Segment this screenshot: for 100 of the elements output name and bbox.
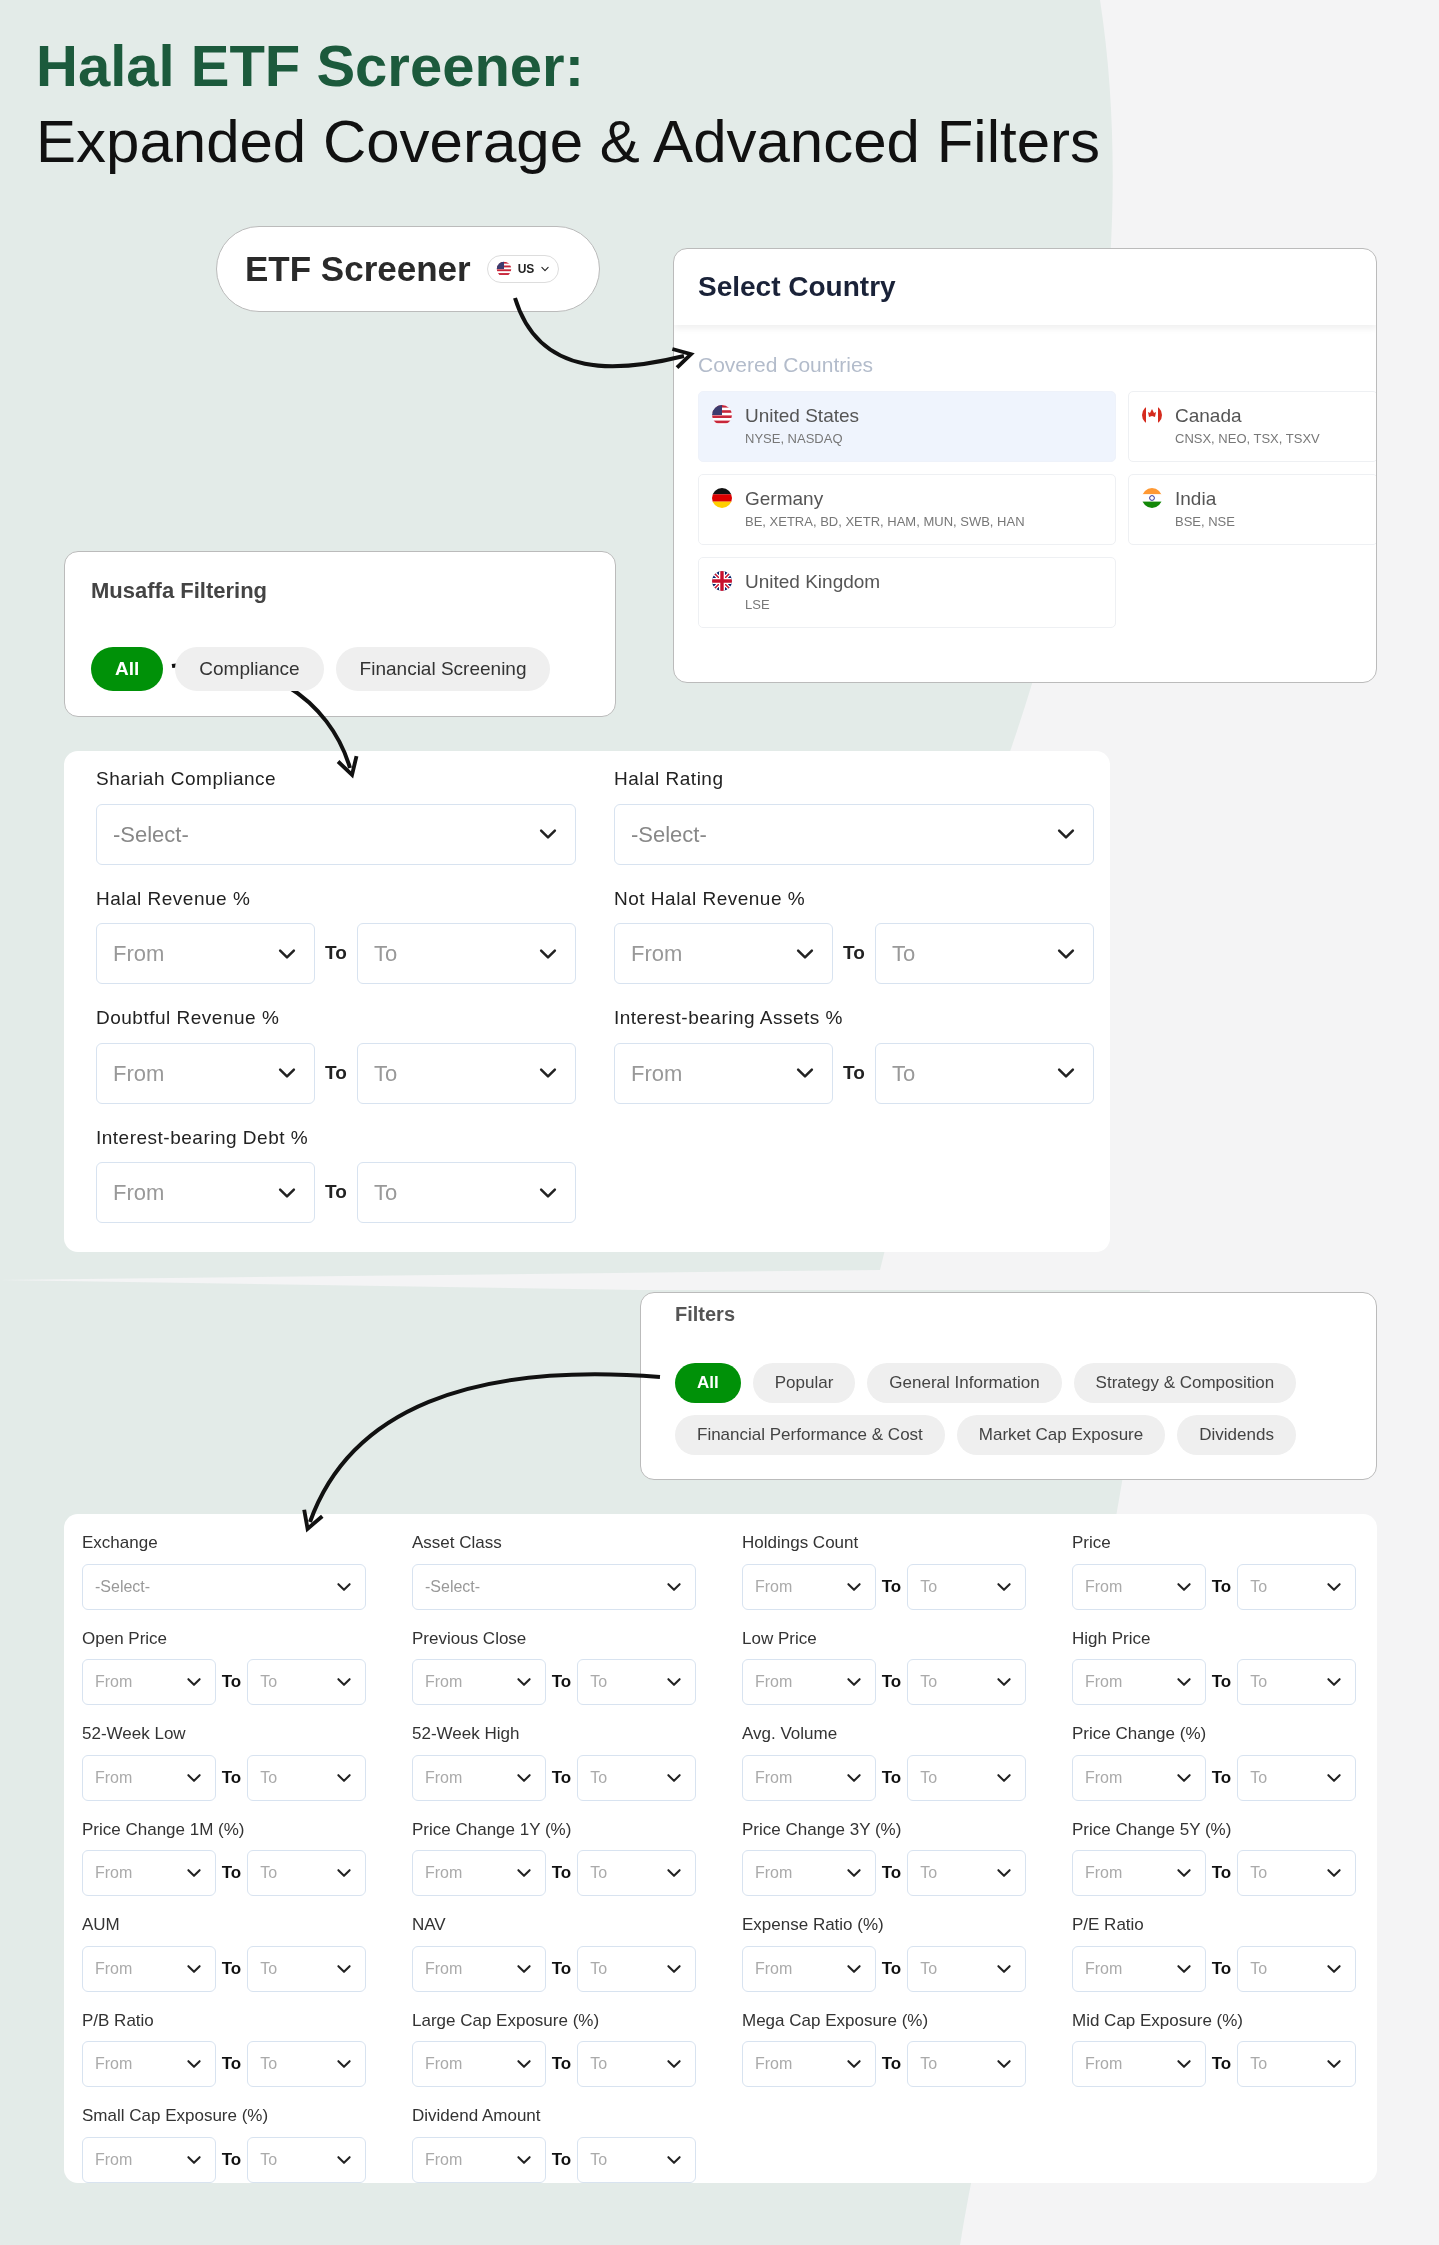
- to-dropdown[interactable]: To: [356, 923, 576, 984]
- from-dropdown[interactable]: From: [96, 923, 316, 984]
- range-separator: To: [325, 941, 347, 966]
- to-dropdown[interactable]: To: [1237, 1850, 1356, 1896]
- field-label: Halal Rating: [614, 767, 725, 791]
- to-dropdown[interactable]: To: [577, 1945, 696, 1992]
- from-dropdown[interactable]: From: [614, 1042, 834, 1104]
- to-dropdown[interactable]: To: [907, 1945, 1026, 1992]
- to-dropdown[interactable]: To: [1237, 1563, 1356, 1610]
- country-option[interactable]: Canada CNSX, NEO, TSX, TSXV: [1128, 390, 1376, 462]
- from-dropdown[interactable]: From: [82, 1754, 216, 1801]
- to-dropdown[interactable]: To: [577, 1659, 696, 1705]
- country-option[interactable]: United Kingdom LSE: [698, 556, 1116, 628]
- to-dropdown[interactable]: To: [577, 2136, 696, 2183]
- to-dropdown[interactable]: To: [1237, 1754, 1356, 1801]
- from-dropdown[interactable]: From: [412, 1659, 546, 1705]
- range-separator: To: [1211, 1957, 1232, 1980]
- field-label: AUM: [82, 1914, 121, 1936]
- to-dropdown[interactable]: To: [577, 1754, 696, 1801]
- to-dropdown[interactable]: To: [1237, 1659, 1356, 1705]
- from-dropdown[interactable]: From: [1072, 2041, 1206, 2087]
- from-dropdown[interactable]: From: [96, 1042, 316, 1104]
- filter-tab[interactable]: All: [91, 647, 164, 691]
- country-option[interactable]: India BSE, NSE: [1128, 473, 1376, 545]
- from-dropdown[interactable]: From: [742, 1754, 876, 1801]
- from-dropdown[interactable]: From: [1072, 1563, 1206, 1610]
- range-separator: To: [221, 2148, 242, 2171]
- field-label: 52-Week Low: [82, 1723, 187, 1745]
- country-name: United Kingdom: [745, 569, 881, 594]
- flag-icon: [711, 403, 733, 426]
- to-dropdown[interactable]: To: [1237, 2041, 1356, 2087]
- from-dropdown[interactable]: From: [82, 1945, 216, 1992]
- filter-tab[interactable]: Market Cap Exposure: [956, 1415, 1166, 1455]
- field-label: Holdings Count: [742, 1532, 860, 1554]
- field-label: Exchange: [82, 1532, 159, 1554]
- from-dropdown[interactable]: From: [1072, 1754, 1206, 1801]
- field-label: Mid Cap Exposure (%): [1072, 2009, 1244, 2032]
- filter-tab[interactable]: General Information: [867, 1363, 1062, 1403]
- range-separator: To: [1211, 1766, 1232, 1789]
- from-dropdown[interactable]: From: [614, 923, 834, 984]
- from-dropdown[interactable]: From: [742, 1659, 876, 1705]
- filter-tab[interactable]: Strategy & Composition: [1073, 1363, 1297, 1403]
- select-dropdown[interactable]: -Select-: [96, 803, 576, 865]
- from-dropdown[interactable]: From: [1072, 1850, 1206, 1896]
- to-dropdown[interactable]: To: [247, 1850, 366, 1896]
- from-dropdown[interactable]: From: [1072, 1659, 1206, 1705]
- from-dropdown[interactable]: From: [412, 1945, 546, 1992]
- to-dropdown[interactable]: To: [874, 923, 1094, 984]
- to-dropdown[interactable]: To: [247, 2136, 366, 2183]
- to-dropdown[interactable]: To: [874, 1042, 1094, 1104]
- to-dropdown[interactable]: To: [907, 1754, 1026, 1801]
- from-dropdown[interactable]: From: [82, 2041, 216, 2087]
- from-dropdown[interactable]: From: [742, 2041, 876, 2087]
- from-dropdown[interactable]: From: [412, 1850, 546, 1896]
- from-dropdown[interactable]: From: [82, 1850, 216, 1896]
- select-dropdown[interactable]: -Select-: [614, 803, 1094, 865]
- filter-tab[interactable]: Dividends: [1177, 1415, 1296, 1455]
- exchange-list: BE, XETRA, BD, XETR, HAM, MUN, SWB, HAN: [745, 510, 1025, 533]
- field-label: Interest-bearing Assets %: [614, 1006, 844, 1030]
- from-dropdown[interactable]: From: [742, 1850, 876, 1896]
- from-dropdown[interactable]: From: [96, 1162, 316, 1223]
- range-separator: To: [881, 1575, 902, 1598]
- to-dropdown[interactable]: To: [907, 1659, 1026, 1705]
- field-label: Asset Class: [412, 1532, 503, 1554]
- to-dropdown[interactable]: To: [356, 1162, 576, 1223]
- from-dropdown[interactable]: From: [412, 2041, 546, 2087]
- country-dropdown[interactable]: US: [486, 255, 560, 283]
- field-label: Low Price: [742, 1627, 818, 1650]
- from-dropdown[interactable]: From: [742, 1563, 876, 1610]
- filter-tab[interactable]: Financial Screening: [335, 647, 551, 691]
- to-dropdown[interactable]: To: [247, 1754, 366, 1801]
- from-dropdown[interactable]: From: [1072, 1945, 1206, 1992]
- to-dropdown[interactable]: To: [577, 1850, 696, 1896]
- from-dropdown[interactable]: From: [742, 1945, 876, 1992]
- country-option[interactable]: Germany BE, XETRA, BD, XETR, HAM, MUN, SWB, HAN: [698, 473, 1116, 545]
- field-label: Dividend Amount: [412, 2105, 542, 2127]
- to-dropdown[interactable]: To: [1237, 1945, 1356, 1992]
- to-dropdown[interactable]: To: [247, 1659, 366, 1705]
- to-dropdown[interactable]: To: [247, 2041, 366, 2087]
- filter-tab[interactable]: Popular: [752, 1363, 856, 1403]
- filter-tab[interactable]: Compliance: [175, 647, 324, 691]
- to-dropdown[interactable]: To: [907, 1850, 1026, 1896]
- from-dropdown[interactable]: From: [82, 2136, 216, 2183]
- to-dropdown[interactable]: To: [907, 2041, 1026, 2087]
- country-name: Canada: [1175, 403, 1243, 428]
- select-dropdown[interactable]: -Select-: [412, 1563, 696, 1610]
- from-dropdown[interactable]: From: [82, 1659, 216, 1705]
- select-dropdown[interactable]: -Select-: [82, 1563, 366, 1610]
- to-dropdown[interactable]: To: [577, 2041, 696, 2087]
- exchange-list: LSE: [745, 593, 881, 616]
- filter-tab[interactable]: All: [675, 1363, 741, 1403]
- field-label: Halal Revenue %: [96, 886, 252, 911]
- filter-tab[interactable]: Financial Performance & Cost: [675, 1415, 945, 1455]
- from-dropdown[interactable]: From: [412, 1754, 546, 1801]
- to-dropdown[interactable]: To: [247, 1945, 366, 1992]
- exchange-list: BSE, NSE: [1175, 510, 1235, 533]
- to-dropdown[interactable]: To: [356, 1042, 576, 1104]
- country-option[interactable]: United States NYSE, NASDAQ: [698, 390, 1116, 462]
- to-dropdown[interactable]: To: [907, 1563, 1026, 1610]
- from-dropdown[interactable]: From: [412, 2136, 546, 2183]
